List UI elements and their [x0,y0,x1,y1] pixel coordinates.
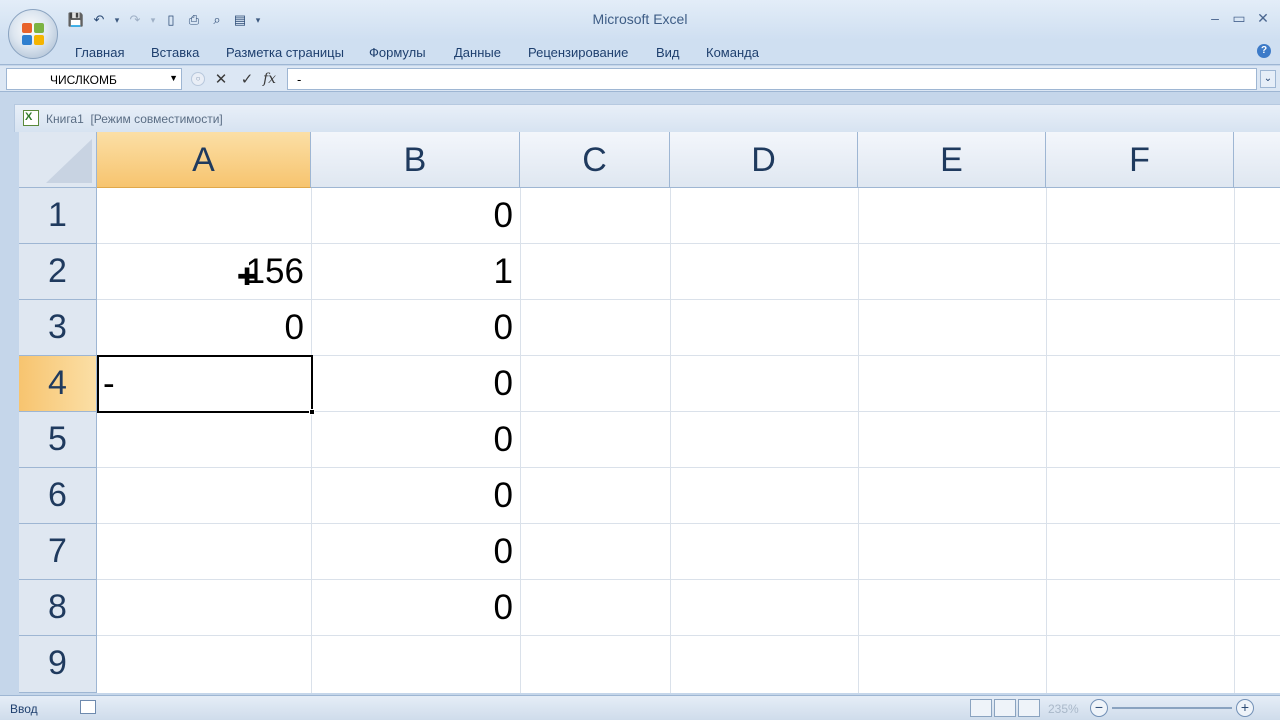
row-header-8[interactable]: 8 [19,580,97,636]
cancel-icon[interactable]: ✕ [211,70,231,88]
normal-view-icon[interactable] [970,699,992,717]
column-header-b[interactable]: B [311,132,520,188]
cell-b8[interactable]: 0 [311,580,520,635]
workbook-title-bar: Книга1 [Режим совместимости] [14,104,1280,132]
app-title: Microsoft Excel [592,11,688,27]
name-box-value: ЧИСЛКОМБ [50,73,117,87]
cell-b1[interactable]: 0 [311,188,520,243]
cell-a2[interactable]: 156 [97,244,311,299]
office-button[interactable] [8,9,58,59]
zoom-in-icon[interactable]: + [1236,699,1254,717]
workbook-mode: [Режим совместимости] [90,112,223,126]
row-header-6[interactable]: 6 [19,468,97,524]
row-header-7[interactable]: 7 [19,524,97,580]
row-header-3[interactable]: 3 [19,300,97,356]
tab-team[interactable]: Команда [706,45,759,60]
tab-home[interactable]: Главная [75,45,124,60]
formula-content: - [297,72,302,87]
row-header-2[interactable]: 2 [19,244,97,300]
maximize-icon[interactable]: ▭ [1228,8,1250,28]
row-header-1[interactable]: 1 [19,188,97,244]
fill-handle[interactable] [309,409,315,415]
worksheet-grid[interactable]: A B C D E F 1 2 3 4 5 6 7 8 9 156 0 - 0 … [19,132,1280,693]
enter-icon[interactable]: ✓ [237,70,257,88]
resize-grip-icon[interactable]: ○ [191,72,205,86]
tab-view[interactable]: Вид [656,45,680,60]
tab-review[interactable]: Рецензирование [528,45,628,60]
row-header-5[interactable]: 5 [19,412,97,468]
macro-record-icon[interactable] [80,700,96,714]
zoom-out-icon[interactable]: − [1090,699,1108,717]
minimize-icon[interactable]: – [1204,8,1226,28]
name-box[interactable]: ЧИСЛКОМБ ▼ [6,68,182,90]
office-logo-icon [22,23,46,47]
cell-b4[interactable]: 0 [311,356,520,411]
page-layout-view-icon[interactable] [994,699,1016,717]
column-header-g-partial[interactable] [1234,132,1280,188]
expand-formula-bar-icon[interactable]: ⌄ [1260,70,1276,88]
workbook-name: Книга1 [46,112,84,126]
cell-b3[interactable]: 0 [311,300,520,355]
row-header-9[interactable]: 9 [19,636,97,693]
cell-b5[interactable]: 0 [311,412,520,467]
formula-buttons: ○ ✕ ✓ fx [188,68,286,90]
excel-window: 💾 ↶ ▾ ↷ ▾ ▯ ⎙ ⌕ ▤ ▾ Microsoft Excel – ▭ … [0,0,1280,720]
cell-b7[interactable]: 0 [311,524,520,579]
tab-data[interactable]: Данные [454,45,501,60]
cell-select-cursor-icon: ✚ [237,264,258,291]
tab-page-layout[interactable]: Разметка страницы [226,45,344,60]
row-header-4[interactable]: 4 [19,356,97,412]
column-header-a[interactable]: A [97,132,311,188]
cell-a3[interactable]: 0 [97,300,311,355]
title-bar: 💾 ↶ ▾ ↷ ▾ ▯ ⎙ ⌕ ▤ ▾ Microsoft Excel – ▭ … [0,0,1280,40]
column-header-d[interactable]: D [670,132,858,188]
formula-bar: ЧИСЛКОМБ ▼ ○ ✕ ✓ fx - ⌄ [0,66,1280,92]
chevron-down-icon[interactable]: ▼ [169,73,178,83]
cell-b2[interactable]: 1 [311,244,520,299]
column-header-c[interactable]: C [520,132,670,188]
tab-formulas[interactable]: Формулы [369,45,426,60]
excel-workbook-icon [23,110,39,126]
column-header-f[interactable]: F [1046,132,1234,188]
column-header-e[interactable]: E [858,132,1046,188]
cell-b6[interactable]: 0 [311,468,520,523]
zoom-level[interactable]: 235% [1048,702,1079,716]
view-buttons [970,699,1040,717]
ribbon-tabs: Главная Вставка Разметка страницы Формул… [0,40,1280,65]
page-break-view-icon[interactable] [1018,699,1040,717]
zoom-slider[interactable] [1112,707,1232,709]
status-mode: Ввод [10,702,38,716]
window-controls: – ▭ ✕ [1204,8,1274,28]
active-cell-border [97,355,313,413]
help-icon[interactable]: ? [1257,44,1271,58]
status-bar: Ввод 235% − + [0,695,1280,720]
close-icon[interactable]: ✕ [1252,8,1274,28]
formula-input[interactable]: - [287,68,1257,90]
tab-insert[interactable]: Вставка [151,45,199,60]
select-all-button[interactable] [19,132,97,188]
insert-function-icon[interactable]: fx [263,71,276,87]
workbook-title: Книга1 [Режим совместимости] [46,112,223,126]
